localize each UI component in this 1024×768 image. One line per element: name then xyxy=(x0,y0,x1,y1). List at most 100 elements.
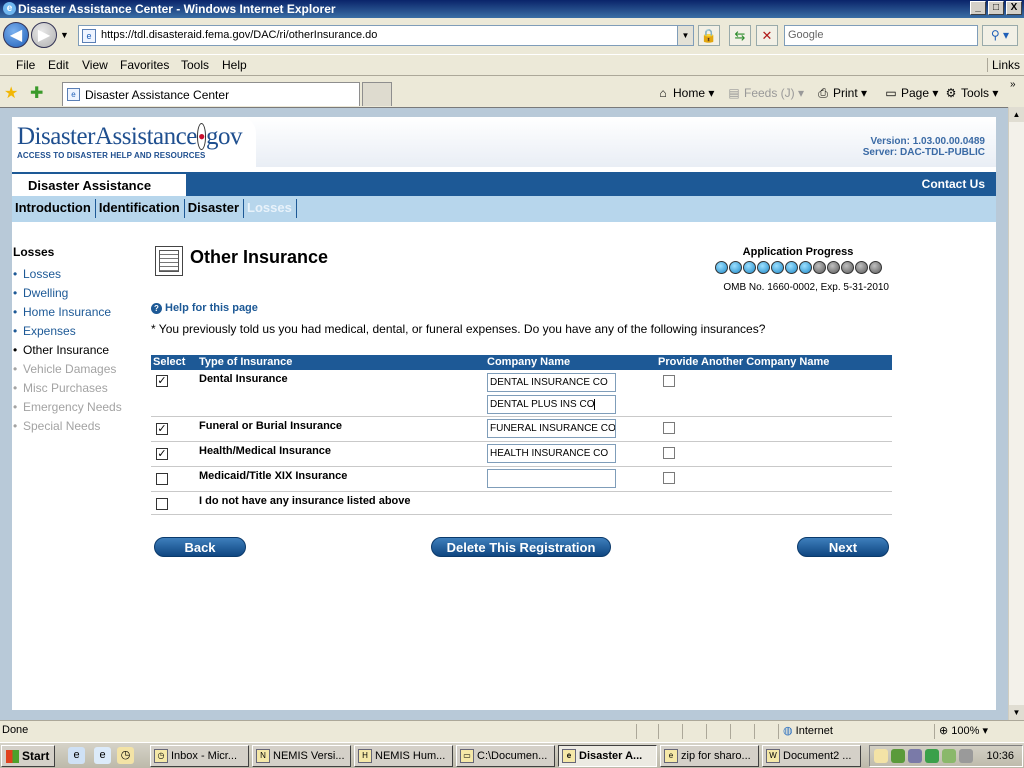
tray-speaker-icon[interactable] xyxy=(959,749,973,763)
back-button[interactable]: Back xyxy=(154,537,246,557)
search-icon[interactable]: ⚲ ▾ xyxy=(982,25,1018,46)
tab-toolbar: ★ ✚ e Disaster Assistance Center ⌂ Home ▾… xyxy=(0,77,1024,107)
quicklaunch-browser-icon[interactable]: e xyxy=(94,747,111,764)
health-another-checkbox[interactable] xyxy=(663,447,675,459)
tray-network-icon[interactable] xyxy=(925,749,939,763)
dental-type-label: Dental Insurance xyxy=(199,373,288,385)
favorites-star-icon[interactable]: ★ xyxy=(4,83,18,103)
contact-us-link[interactable]: Contact Us xyxy=(922,177,985,191)
progress-dot xyxy=(770,261,784,274)
taskbar-item-inbox[interactable]: ◷ Inbox - Micr... xyxy=(150,745,249,767)
help-link[interactable]: ? Help for this page xyxy=(151,302,258,314)
stop-icon[interactable]: ✕ xyxy=(756,25,778,46)
tray-green-icon[interactable] xyxy=(942,749,956,763)
window-title: Disaster Assistance Center - Windows Int… xyxy=(18,2,336,16)
menu-edit[interactable]: Edit xyxy=(48,58,69,72)
start-button[interactable]: Start xyxy=(1,745,55,767)
menu-tools[interactable]: Tools xyxy=(181,58,209,72)
tray-shield-icon[interactable] xyxy=(891,749,905,763)
home-icon: ⌂ xyxy=(659,86,667,100)
tools-menu-button[interactable]: ⚙ Tools ▾ xyxy=(944,86,999,100)
quicklaunch-outlook-icon[interactable]: ◷ xyxy=(117,747,134,764)
funeral-another-checkbox[interactable] xyxy=(663,422,675,434)
progress-dot xyxy=(854,261,868,274)
print-button[interactable]: ⎙ Print ▾ xyxy=(816,86,867,101)
minimize-button[interactable]: _ xyxy=(970,1,986,15)
search-input[interactable]: Google xyxy=(784,25,978,46)
dental-another-checkbox[interactable] xyxy=(663,375,675,387)
nav-expenses[interactable]: • Expenses xyxy=(13,324,143,343)
nav-dwelling[interactable]: • Dwelling xyxy=(13,286,143,305)
address-toolbar: ◀ ▶ ▼ e https://tdl.disasteraid.fema.gov… xyxy=(0,18,1024,54)
address-input[interactable]: e https://tdl.disasteraid.fema.gov/DAC/r… xyxy=(78,25,694,46)
nav-home-insurance[interactable]: • Home Insurance xyxy=(13,305,143,324)
links-toolbar[interactable]: Links xyxy=(986,58,1020,72)
menu-view[interactable]: View xyxy=(82,58,108,72)
site-logo[interactable]: DisasterAssistance•gov xyxy=(17,123,243,151)
add-favorite-icon[interactable]: ✚ xyxy=(30,83,43,103)
zoom-control[interactable]: ⊕ 100% ▾ xyxy=(934,724,1008,739)
table-row-medicaid: Medicaid/Title XIX Insurance xyxy=(151,467,892,492)
windows-taskbar: Start e e ◷ ◷ Inbox - Micr... N NEMIS Vers… xyxy=(0,742,1024,768)
health-select-checkbox[interactable]: ✓ xyxy=(156,448,168,460)
globe-icon: ◍ xyxy=(783,725,793,737)
menu-bar: File Edit View Favorites Tools Help Link… xyxy=(0,54,1024,76)
page-menu-button[interactable]: ▭ Page ▾ xyxy=(884,86,938,100)
maximize-button[interactable]: □ xyxy=(988,1,1004,15)
progress-dot xyxy=(714,261,728,274)
funeral-select-checkbox[interactable]: ✓ xyxy=(156,423,168,435)
server-text: Server: DAC-TDL-PUBLIC xyxy=(862,147,985,158)
medicaid-company-input[interactable] xyxy=(487,469,616,488)
nav-other-insurance: • Other Insurance xyxy=(13,343,110,357)
new-tab-button[interactable] xyxy=(362,82,392,106)
step-introduction[interactable]: Introduction xyxy=(12,199,96,218)
table-row-none: I do not have any insurance listed above xyxy=(151,492,892,515)
feeds-button[interactable]: ▤ Feeds (J) ▾ xyxy=(727,86,804,100)
taskbar-item-documents[interactable]: ▭ C:\Documen... xyxy=(456,745,555,767)
insurance-question: * You previously told us you had medical… xyxy=(151,322,766,336)
scroll-down-icon[interactable]: ▼ xyxy=(1009,705,1024,720)
health-company-input[interactable]: HEALTH INSURANCE CO xyxy=(487,444,616,463)
none-type-label: I do not have any insurance listed above xyxy=(199,495,411,507)
menu-help[interactable]: Help xyxy=(222,58,247,72)
dental-select-checkbox[interactable]: ✓ xyxy=(156,375,168,387)
lock-icon[interactable]: 🔒 xyxy=(698,25,720,46)
nav-losses[interactable]: • Losses xyxy=(13,267,143,286)
none-select-checkbox[interactable] xyxy=(156,498,168,510)
taskbar-item-document2[interactable]: W Document2 ... xyxy=(762,745,861,767)
chevron-more-icon[interactable]: » xyxy=(1010,79,1016,90)
forward-nav-icon[interactable]: ▶ xyxy=(31,22,57,48)
medicaid-select-checkbox[interactable] xyxy=(156,473,168,485)
close-button[interactable]: X xyxy=(1006,1,1022,15)
funeral-company-input[interactable]: FUNERAL INSURANCE CO xyxy=(487,419,616,438)
back-nav-icon[interactable]: ◀ xyxy=(3,22,29,48)
scroll-up-icon[interactable]: ▲ xyxy=(1009,107,1024,122)
address-dropdown-icon[interactable]: ▼ xyxy=(677,26,693,45)
progress-dot xyxy=(812,261,826,274)
header-select: Select xyxy=(153,356,186,368)
section-title: Disaster Assistance xyxy=(12,172,186,196)
vertical-scrollbar[interactable]: ▲ ▼ xyxy=(1008,107,1024,720)
step-disaster[interactable]: Disaster xyxy=(185,199,245,218)
taskbar-item-nemis-human[interactable]: H NEMIS Hum... xyxy=(354,745,453,767)
dental-company-input-1[interactable]: DENTAL INSURANCE CO xyxy=(487,373,616,392)
menu-file[interactable]: File xyxy=(16,58,35,72)
refresh-icon[interactable]: ⇆ xyxy=(729,25,751,46)
next-button[interactable]: Next xyxy=(797,537,889,557)
history-dropdown-icon[interactable]: ▼ xyxy=(60,30,69,40)
delete-registration-button[interactable]: Delete This Registration xyxy=(431,537,611,557)
dental-company-input-2[interactable]: DENTAL PLUS INS CO xyxy=(487,395,616,414)
tray-outlook-icon[interactable] xyxy=(874,749,888,763)
taskbar-item-disaster-assistance[interactable]: e Disaster A... xyxy=(558,745,657,767)
step-losses: Losses xyxy=(244,199,297,218)
browser-tab[interactable]: e Disaster Assistance Center xyxy=(62,82,360,106)
tray-app-icon[interactable] xyxy=(908,749,922,763)
word-icon: W xyxy=(766,749,780,763)
medicaid-another-checkbox[interactable] xyxy=(663,472,675,484)
home-button[interactable]: ⌂ Home ▾ xyxy=(656,86,714,100)
quicklaunch-ie-icon[interactable]: e xyxy=(68,747,85,764)
taskbar-item-nemis-version[interactable]: N NEMIS Versi... xyxy=(252,745,351,767)
step-identification[interactable]: Identification xyxy=(96,199,185,218)
taskbar-item-zip[interactable]: e zip for sharo... xyxy=(660,745,759,767)
menu-favorites[interactable]: Favorites xyxy=(120,58,169,72)
